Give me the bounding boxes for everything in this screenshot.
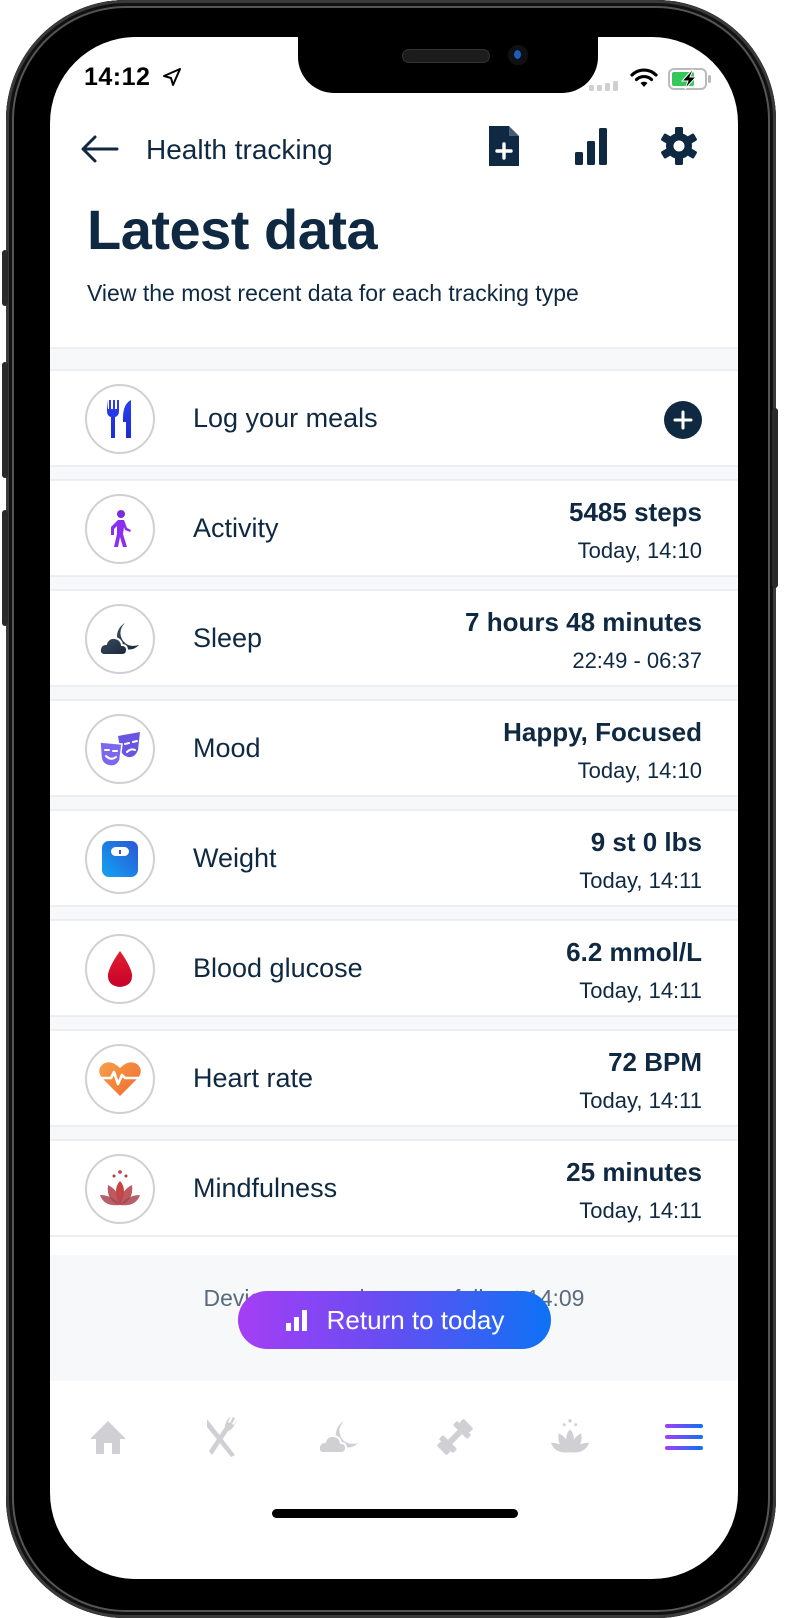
moon-cloud-icon: [99, 623, 139, 656]
plus-icon: [673, 410, 693, 430]
row-time: Today, 14:11: [579, 1088, 702, 1113]
row-value: 72 BPM: [608, 1047, 702, 1077]
row-value: 25 minutes: [566, 1157, 702, 1187]
row-value: 9 st 0 lbs: [590, 827, 702, 857]
front-camera: [508, 45, 528, 65]
row-label: Sleep: [193, 623, 263, 653]
row-time: Today, 14:10: [577, 758, 702, 783]
tab-sleep[interactable]: [315, 1413, 363, 1461]
row-value: Happy, Focused: [503, 717, 702, 747]
mindfulness-icon-badge: [85, 1154, 155, 1224]
meals-icon-badge: [85, 384, 155, 454]
menu-icon: [665, 1424, 703, 1450]
row-time: Today, 14:11: [579, 868, 702, 893]
tracking-row-mindfulness[interactable]: Mindfulness 25 minutes Today, 14:11: [50, 1139, 738, 1237]
arrow-left-icon: [81, 135, 119, 163]
tab-food[interactable]: [198, 1413, 246, 1461]
phone-frame: 14:12 Health tracking Latest data View t…: [2, 0, 778, 1618]
tracking-row-sleep[interactable]: Sleep 7 hours 48 minutes 22:49 - 06:37: [50, 589, 738, 687]
row-value: 7 hours 48 minutes: [465, 607, 702, 637]
return-to-today-button[interactable]: Return to today: [238, 1291, 551, 1349]
mood-icon-badge: [85, 714, 155, 784]
tracking-row-meals[interactable]: Log your meals: [50, 369, 738, 467]
row-label: Mindfulness: [193, 1173, 338, 1203]
settings-button[interactable]: [657, 122, 701, 170]
page-title: Latest data: [87, 198, 378, 261]
tracking-row-weight[interactable]: Weight 9 st 0 lbs Today, 14:11: [50, 809, 738, 907]
sleep-icon-badge: [85, 604, 155, 674]
row-time: Today, 14:11: [579, 1198, 702, 1223]
row-time: Today, 14:10: [577, 538, 702, 563]
tracking-row-heart-rate[interactable]: Heart rate 72 BPM Today, 14:11: [50, 1029, 738, 1127]
screen: 14:12 Health tracking Latest data View t…: [50, 37, 738, 1579]
volume-up-button: [2, 362, 8, 478]
bar-chart-icon: [285, 1310, 307, 1331]
statistics-button[interactable]: [569, 122, 613, 170]
tracking-row-blood-glucose[interactable]: Blood glucose 6.2 mmol/L Today, 14:11: [50, 919, 738, 1017]
theater-masks-icon: [99, 732, 140, 767]
fork-knife-icon: [207, 1417, 237, 1457]
tracking-list: Log your meals Activity 5485 steps Today…: [50, 347, 738, 1237]
notch: [298, 37, 598, 93]
tab-mindfulness[interactable]: [546, 1413, 594, 1461]
lotus-icon: [100, 1170, 140, 1206]
row-label: Mood: [193, 733, 261, 763]
lotus-icon: [551, 1419, 589, 1453]
wifi-icon: [630, 68, 658, 87]
blood-drop-icon: [107, 951, 133, 987]
walking-icon: [111, 510, 131, 547]
row-value: 5485 steps: [569, 497, 702, 527]
home-indicator[interactable]: [272, 1509, 518, 1518]
weight-icon-badge: [85, 824, 155, 894]
tab-bar: [50, 1381, 738, 1491]
heart-pulse-icon: [99, 1062, 141, 1096]
header-title: Health tracking: [146, 134, 333, 165]
tab-fitness[interactable]: [431, 1413, 479, 1461]
heart-rate-icon-badge: [85, 1044, 155, 1114]
moon-cloud-icon: [318, 1421, 358, 1454]
file-plus-icon: [489, 126, 519, 166]
add-meal-button[interactable]: [664, 401, 702, 439]
bar-chart-icon: [575, 128, 607, 165]
tracking-row-activity[interactable]: Activity 5485 steps Today, 14:10: [50, 479, 738, 577]
status-time: 14:12: [84, 63, 151, 91]
activity-icon-badge: [85, 494, 155, 564]
row-time: 22:49 - 06:37: [572, 648, 702, 673]
tracking-row-mood[interactable]: Mood Happy, Focused Today, 14:10: [50, 699, 738, 797]
gear-icon: [661, 127, 697, 165]
row-time: Today, 14:11: [579, 978, 702, 1003]
row-label: Activity: [193, 513, 279, 543]
row-label: Blood glucose: [193, 953, 363, 983]
row-label: Log your meals: [193, 403, 378, 433]
mute-switch: [2, 250, 8, 306]
row-label: Heart rate: [193, 1063, 314, 1093]
row-label: Weight: [193, 843, 277, 873]
volume-down-button: [2, 510, 8, 626]
return-to-today-label: Return to today: [326, 1304, 505, 1335]
scale-icon: [102, 841, 138, 877]
power-button: [772, 408, 778, 588]
fork-knife-icon: [107, 400, 131, 438]
cellular-signal-icon: [589, 81, 618, 91]
battery-charging-icon: [668, 68, 711, 90]
page-subtitle: View the most recent data for each track…: [87, 280, 579, 306]
add-report-button[interactable]: [482, 122, 526, 170]
dumbbell-icon: [437, 1419, 473, 1455]
speaker: [402, 49, 490, 63]
back-button[interactable]: [80, 129, 120, 169]
location-arrow-icon: [163, 68, 181, 86]
home-icon: [90, 1421, 126, 1454]
tab-menu[interactable]: [660, 1413, 708, 1461]
blood-glucose-icon-badge: [85, 934, 155, 1004]
tab-home[interactable]: [84, 1413, 132, 1461]
row-value: 6.2 mmol/L: [566, 937, 702, 967]
